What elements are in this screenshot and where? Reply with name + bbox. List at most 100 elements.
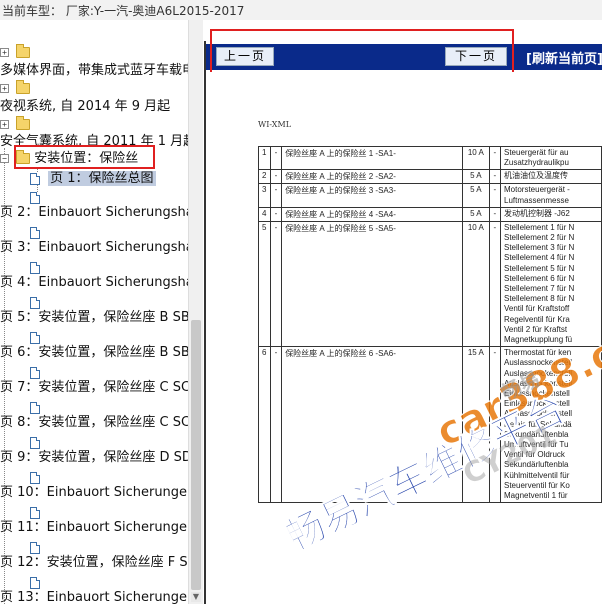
fuse-function-line: Magnetventil 1 für — [504, 491, 568, 501]
fuse-function: Motorsteuergerät - Luftmassenmesse — [500, 183, 602, 208]
scroll-down-icon[interactable]: ▼ — [191, 592, 201, 602]
document-view: WI-XML 1- 保险丝座 A 上的保险丝 1 -SA1- 10 A - Steuer… — [208, 72, 602, 604]
doc-header: WI-XML — [258, 120, 291, 129]
highlight-box-tree — [14, 145, 155, 169]
page-icon — [30, 576, 40, 589]
page-icon — [30, 226, 40, 239]
tree-item-page-4[interactable]: 页 4：Einbauort Sicherungshal — [0, 274, 188, 292]
folder-icon — [16, 80, 31, 94]
fuse-row: 3- 保险丝座 A 上的保险丝 3 -SA3- 5 A - Motorsteuerger… — [258, 183, 602, 208]
tree-item-label: 页 9：安装位置，保险丝座 D SD — [0, 450, 188, 465]
tree-item-page-12[interactable]: 页 12：安装位置，保险丝座 F SF — [0, 554, 188, 572]
fuse-function-line: Kühlmittelventil für — [504, 470, 570, 480]
tree-toggle-row[interactable]: + — [0, 44, 31, 62]
tree-toggle-row[interactable]: + — [0, 116, 31, 134]
page-icon — [30, 296, 40, 309]
fuse-function-line: Auslassnockenstell — [504, 378, 573, 388]
fuse-function: 发动机控制器 -J62 — [500, 206, 602, 222]
tree-item-label: 页 11：Einbauort Sicherungen — [0, 520, 188, 535]
page-icon — [30, 172, 40, 185]
fuse-function-line: Ventil für Oldruck — [504, 450, 565, 460]
fuse-function-line: Relais für Sekundä — [504, 419, 572, 429]
fuse-description: 保险丝座 A 上的保险丝 3 -SA3- — [281, 183, 464, 208]
page-icon — [30, 331, 40, 344]
tree-item-page-5[interactable]: 页 5：安装位置，保险丝座 B SB — [0, 309, 188, 327]
tree-item-label: 页 1：保险丝总图 — [48, 171, 156, 186]
fuse-function-line: Einlassnockenstell — [504, 399, 570, 409]
page-icon — [30, 366, 40, 379]
tree-item-label: 多媒体界面，带集成式蓝牙车载电 — [0, 63, 188, 78]
tree-item-page-7[interactable]: 页 7：安装位置，保险丝座 C SC — [0, 379, 188, 397]
fuse-dash: - — [269, 346, 283, 504]
fuse-number: 5 — [258, 220, 271, 348]
page-icon — [30, 541, 40, 554]
tree-item-page-6[interactable]: 页 6：安装位置，保险丝座 B SB — [0, 344, 188, 362]
fuse-function-line: Magnetkupplung fü — [504, 335, 573, 345]
fuse-function-line: Umluftventil für Tu — [504, 440, 569, 450]
fuse-amperage: 10 A — [462, 220, 490, 348]
tree-item-multimedia[interactable]: 多媒体界面，带集成式蓝牙车载电 — [0, 62, 188, 80]
tree-scrollbar[interactable]: ▼ — [188, 20, 203, 604]
fuse-dash: - — [269, 220, 283, 348]
tree-item-page-13[interactable]: 页 13：Einbauort Sicherungen — [0, 589, 188, 604]
fuse-function-line: Stellelement 5 für N — [504, 263, 575, 273]
fuse-dash: - — [488, 220, 502, 348]
tree-item-page-8[interactable]: 页 8：安装位置，保险丝座 C SC — [0, 414, 188, 432]
fuse-function-line: Zusatzhydraulikpu — [504, 158, 569, 168]
tree-panel[interactable]: + 多媒体界面，带集成式蓝牙车载电 + 夜视系统, 自 2014 年 9 月起 … — [0, 20, 188, 604]
refresh-link[interactable]: [刷新当前页] — [526, 48, 602, 67]
scrollbar-thumb[interactable] — [191, 320, 201, 590]
fuse-dash: - — [269, 183, 283, 208]
fuse-function-line: Stellelement 6 für N — [504, 273, 575, 283]
tree-item-page-11[interactable]: 页 11：Einbauort Sicherungen — [0, 519, 188, 537]
fuse-function-line: Steuerventil für Ko — [504, 480, 570, 490]
collapse-icon[interactable]: − — [0, 154, 9, 163]
page-icon — [30, 506, 40, 519]
fuse-table: 1- 保险丝座 A 上的保险丝 1 -SA1- 10 A - Steuergerät f… — [258, 145, 602, 504]
fuse-amperage: 5 A — [462, 183, 490, 208]
fuse-function-line: Auslassnockenstell — [504, 358, 573, 368]
fuse-function-line: Steuergerät für au — [504, 148, 569, 157]
tree-item-label: 页 5：安装位置，保险丝座 B SB — [0, 310, 188, 325]
fuse-dash: - — [488, 206, 502, 222]
tree-item-label: 页 2：Einbauort Sicherungshal — [0, 205, 188, 220]
fuse-function: 机油油位及温度传 — [500, 169, 602, 185]
fuse-description: 保险丝座 A 上的保险丝 4 -SA4- — [281, 206, 464, 222]
fuse-amperage: 10 A — [462, 145, 490, 171]
expand-icon[interactable]: + — [0, 84, 9, 93]
page-icon — [30, 436, 40, 449]
expand-icon[interactable]: + — [0, 48, 9, 57]
fuse-function-line: Stellelement 1 für N — [504, 222, 575, 232]
tree-item-page-9[interactable]: 页 9：安装位置，保险丝座 D SD — [0, 449, 188, 467]
fuse-number: 2 — [258, 169, 271, 185]
fuse-row: 6- 保险丝座 A 上的保险丝 6 -SA6- 15 A - Thermostat fü… — [258, 346, 602, 504]
fuse-description: 保险丝座 A 上的保险丝 1 -SA1- — [281, 145, 464, 171]
fuse-function-line: Auslassnockenstell — [504, 409, 573, 419]
fuse-dash: - — [269, 145, 283, 171]
fuse-row: 1- 保险丝座 A 上的保险丝 1 -SA1- 10 A - Steuergerät f… — [258, 145, 602, 171]
tree-item-page-10[interactable]: 页 10：Einbauort Sicherungen — [0, 484, 188, 502]
tree-item-label: 页 13：Einbauort Sicherungen — [0, 590, 188, 604]
fuse-function-line: Ventil für Kraftstoff — [504, 304, 570, 314]
highlight-box-nav — [210, 29, 514, 77]
vehicle-title-bar: 当前车型： 厂家:Y-一汽-奥迪A6L2015-2017 — [0, 0, 602, 20]
tree-item-label: 页 7：安装位置，保险丝座 C SC — [0, 380, 188, 395]
fuse-description: 保险丝座 A 上的保险丝 5 -SA5- — [281, 220, 464, 348]
folder-icon — [16, 44, 31, 58]
fuse-row: 5- 保险丝座 A 上的保险丝 5 -SA5- 10 A - Stellelement … — [258, 220, 602, 348]
expand-icon[interactable]: + — [0, 120, 9, 129]
fuse-function: Stellelement 1 für N Stellelement 2 für N… — [500, 220, 602, 348]
fuse-function: Steuergerät für au Zusatzhydraulikpu — [500, 145, 602, 171]
tree-item-page-3[interactable]: 页 3：Einbauort Sicherungshal — [0, 239, 188, 257]
tree-toggle-row[interactable]: + — [0, 80, 31, 98]
tree-item-label: 页 3：Einbauort Sicherungshal — [0, 240, 188, 255]
fuse-description: 保险丝座 A 上的保险丝 2 -SA2- — [281, 169, 464, 185]
page-icon — [30, 261, 40, 274]
tree-item-page-1[interactable]: 页 1：保险丝总图 — [30, 170, 156, 188]
fuse-function-line: Stellelement 3 für N — [504, 243, 575, 253]
fuse-function-line: Stellelement 7 für N — [504, 284, 575, 294]
tree-item-page-2[interactable]: 页 2：Einbauort Sicherungshal — [0, 204, 188, 222]
tree-item-label: 页 6：安装位置，保险丝座 B SB — [0, 345, 188, 360]
tree-item-night-vision[interactable]: 夜视系统, 自 2014 年 9 月起 — [0, 98, 170, 116]
fuse-dash: - — [488, 183, 502, 208]
